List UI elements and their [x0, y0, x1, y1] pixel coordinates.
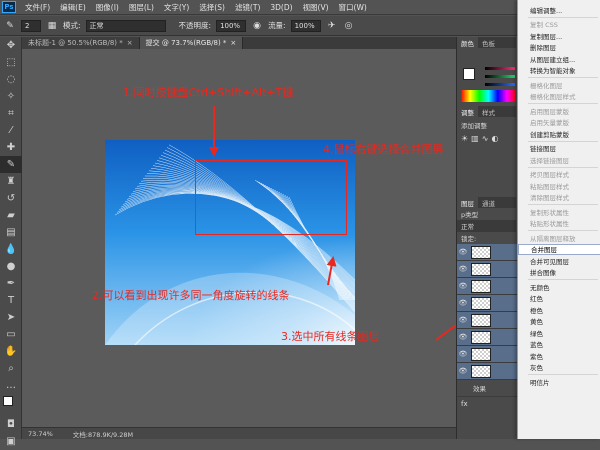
- context-menu-item: 启用图层蒙版: [530, 107, 569, 116]
- context-menu-item[interactable]: 拼合图像: [518, 267, 600, 278]
- red-slider[interactable]: [485, 67, 515, 70]
- layer-row[interactable]: 👁: [457, 295, 517, 312]
- lock-label: 锁定:: [461, 235, 477, 243]
- context-menu-item[interactable]: 橙色: [518, 304, 600, 315]
- color-panel: [457, 48, 516, 106]
- tab-layers[interactable]: 图层: [457, 197, 478, 208]
- context-menu-item[interactable]: 绿色: [518, 327, 600, 338]
- context-menu-item[interactable]: 紫色: [518, 350, 600, 361]
- layer-thumbnail: [471, 330, 491, 344]
- menu-separator: [528, 140, 598, 142]
- arrow-step2: [326, 256, 337, 286]
- blue-slider[interactable]: [485, 83, 515, 86]
- layer-filter[interactable]: p类型: [457, 208, 516, 220]
- menu-separator: [528, 279, 598, 280]
- layer-row[interactable]: 👁: [457, 312, 517, 329]
- context-menu-item[interactable]: 链接图层: [518, 143, 600, 154]
- context-menu-item: 复制 CSS: [530, 21, 558, 29]
- menu-separator: [528, 103, 598, 104]
- context-menu-item[interactable]: 合并图层: [518, 243, 600, 255]
- levels-icon[interactable]: ▥: [471, 134, 479, 143]
- visibility-eye-icon[interactable]: 👁: [457, 248, 469, 256]
- layer-thumbnail: [471, 279, 491, 293]
- layers-list: 👁 👁 👁 👁 👁 👁 👁 👁 效果 fx: [457, 244, 517, 414]
- tab-swatches[interactable]: 色板: [478, 37, 499, 48]
- color-panel-tabs: 颜色 色板: [457, 37, 516, 48]
- context-menu-item: 启用矢量蒙版: [530, 119, 569, 127]
- context-menu-item[interactable]: 黄色: [518, 316, 600, 327]
- foreground-color-swatch[interactable]: [463, 68, 475, 80]
- context-menu-item: 栅格化图层样式: [530, 93, 576, 101]
- exposure-icon[interactable]: ◐: [491, 134, 498, 143]
- layer-row[interactable]: 👁: [457, 329, 517, 346]
- brightness-icon[interactable]: ☀: [461, 134, 468, 143]
- green-slider[interactable]: [485, 75, 515, 78]
- fx-icon[interactable]: fx: [461, 400, 468, 408]
- document-size: 文档:878.9K/9.28M: [72, 430, 134, 439]
- layer-thumbnail: [471, 364, 491, 378]
- menu-separator: [528, 374, 598, 375]
- layer-row[interactable]: 👁: [457, 346, 517, 363]
- menu-separator: [528, 204, 598, 205]
- adjustment-icons: ☀ ▥ ∿ ◐: [461, 134, 512, 143]
- menu-separator: [528, 77, 598, 78]
- context-menu-item: 清除图层样式: [530, 194, 569, 202]
- menu-separator: [528, 230, 598, 231]
- context-menu-item[interactable]: 红色: [518, 293, 600, 304]
- context-menu: 编辑调整... 复制 CSS 复制图层... 删除图层 从图层建立组... 转换为智能对象…: [517, 0, 600, 439]
- zoom-level[interactable]: 73.74%: [28, 430, 53, 438]
- tab-color[interactable]: 颜色: [457, 37, 478, 48]
- context-menu-item[interactable]: 灰色: [518, 362, 600, 373]
- visibility-eye-icon[interactable]: 👁: [457, 299, 469, 307]
- context-menu-item[interactable]: 合并可见图层: [518, 255, 600, 266]
- context-menu-item[interactable]: 转换为智能对象: [518, 65, 600, 76]
- context-menu-item: 粘贴形状属性: [530, 220, 569, 228]
- layer-row[interactable]: 👁: [457, 261, 517, 278]
- context-menu-item[interactable]: 编辑调整...: [518, 4, 600, 15]
- layer-row[interactable]: 👁: [457, 363, 517, 380]
- context-menu-item[interactable]: 无颜色: [518, 281, 600, 292]
- context-menu-item: 从隔离图层释放: [530, 234, 576, 243]
- layer-thumbnail: [471, 313, 491, 327]
- adjustments-title: 添加调整: [461, 122, 487, 130]
- visibility-eye-icon[interactable]: 👁: [457, 265, 469, 273]
- right-panels: 颜色 色板 调整 样式 添加调整 ☀ ▥ ∿ ◐ 图层 通道 p类型 正常 锁定…: [456, 37, 517, 439]
- effects-label: 效果: [473, 385, 486, 393]
- context-menu-item[interactable]: 蓝色: [518, 339, 600, 350]
- visibility-eye-icon[interactable]: 👁: [457, 350, 469, 358]
- curves-icon[interactable]: ∿: [482, 134, 489, 143]
- adjustments-panel: 添加调整 ☀ ▥ ∿ ◐: [457, 117, 516, 197]
- layer-thumbnail: [471, 262, 491, 276]
- tab-styles[interactable]: 样式: [478, 106, 499, 117]
- layer-thumbnail: [471, 245, 491, 259]
- visibility-eye-icon[interactable]: 👁: [457, 367, 469, 375]
- tab-adjustments[interactable]: 调整: [457, 106, 478, 117]
- visibility-eye-icon[interactable]: 👁: [457, 316, 469, 324]
- tab-channels[interactable]: 通道: [478, 197, 499, 208]
- context-menu-item: 复制形状属性: [530, 208, 569, 217]
- layers-panel-tabs: 图层 通道: [457, 197, 516, 208]
- context-menu-item[interactable]: 删除图层: [518, 42, 600, 53]
- layer-effects-row[interactable]: 效果: [457, 380, 517, 397]
- context-menu-item[interactable]: 创建剪贴蒙版: [518, 128, 600, 139]
- color-spectrum[interactable]: [461, 90, 516, 102]
- context-menu-item[interactable]: 从图层建立组...: [518, 53, 600, 64]
- layer-row[interactable]: 👁: [457, 244, 517, 261]
- context-menu-item: 粘贴图层样式: [530, 182, 569, 191]
- context-menu-item: 栅格化图层: [530, 81, 563, 90]
- visibility-eye-icon[interactable]: 👁: [457, 333, 469, 341]
- status-bar: 73.74% 文档:878.9K/9.28M: [22, 427, 456, 439]
- adjust-panel-tabs: 调整 样式: [457, 106, 516, 117]
- menu-separator: [528, 16, 598, 18]
- layer-thumbnail: [471, 347, 491, 361]
- layer-thumbnail: [471, 296, 491, 310]
- context-menu-item[interactable]: 复制图层...: [518, 30, 600, 41]
- layer-row[interactable]: 👁: [457, 278, 517, 295]
- blend-mode-select[interactable]: 正常: [457, 220, 516, 232]
- menu-separator: [528, 166, 598, 168]
- context-menu-item: 选择链接图层: [530, 156, 569, 165]
- context-menu-item[interactable]: 明信片: [518, 376, 600, 387]
- context-menu-item: 拷贝图层样式: [530, 171, 569, 179]
- visibility-eye-icon[interactable]: 👁: [457, 282, 469, 290]
